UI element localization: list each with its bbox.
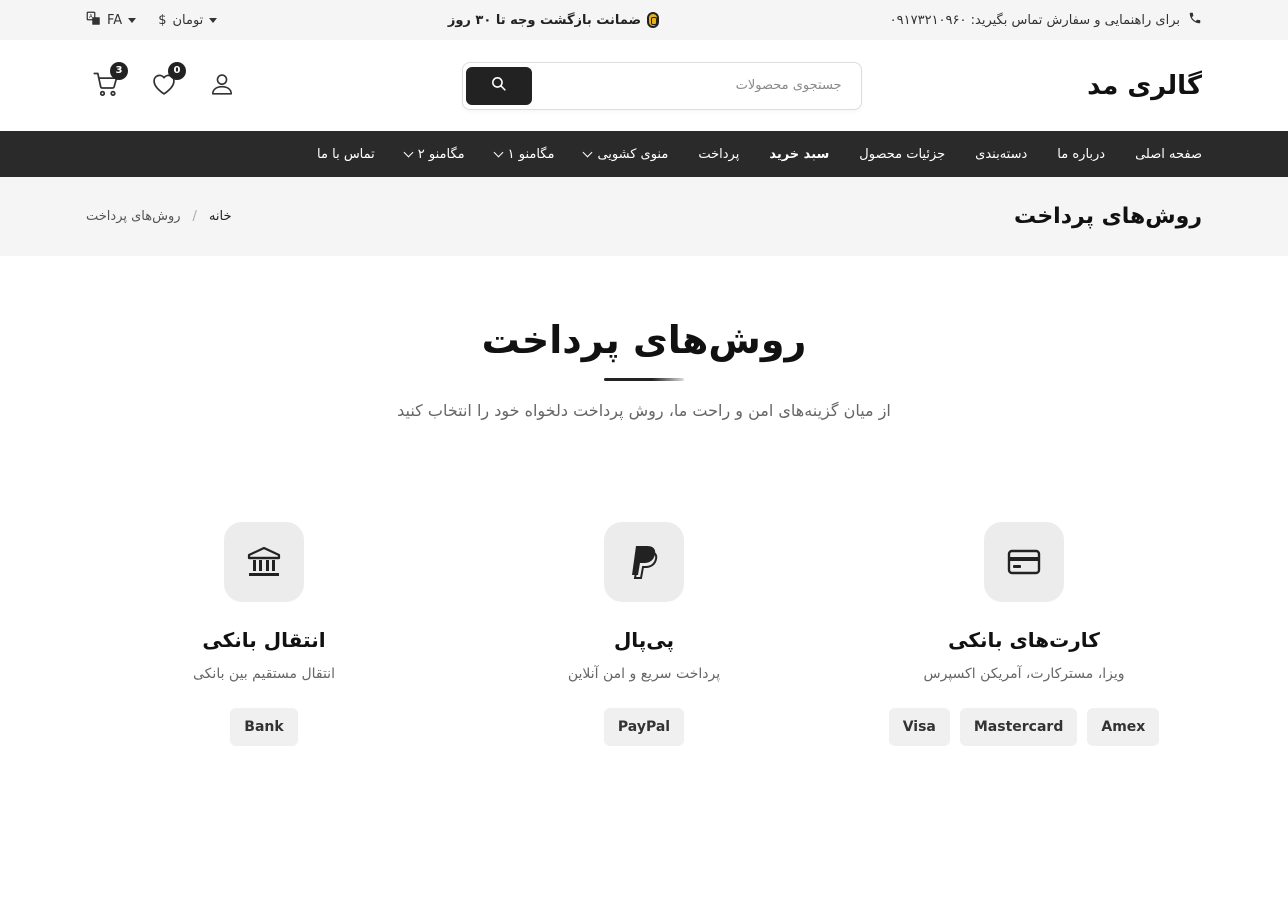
translate-icon: A — [86, 11, 101, 30]
contact-info: برای راهنمایی و سفارش تماس بگیرید: ۰۹۱۷۳… — [890, 11, 1202, 29]
credit-card-icon — [984, 522, 1064, 602]
nav-item-about[interactable]: درباره ما — [1057, 147, 1105, 162]
language-selector[interactable]: A FA — [86, 11, 137, 30]
payment-method-paypal: پی‌پال پرداخت سریع و امن آنلاین PayPal — [454, 522, 834, 746]
currency-label: تومان — [172, 12, 204, 28]
paypal-icon — [604, 522, 684, 602]
method-tags: Visa Mastercard Amex — [888, 708, 1160, 746]
method-description: پرداخت سریع و امن آنلاین — [567, 666, 721, 682]
wishlist-button[interactable]: 0 — [150, 61, 187, 100]
page-title: روش‌های پرداخت — [1014, 204, 1202, 229]
method-title: انتقال بانکی — [202, 628, 326, 652]
tag-amex: Amex — [1087, 708, 1160, 746]
method-tags: PayPal — [603, 708, 685, 746]
nav-label: دسته‌بندی — [975, 146, 1028, 162]
currency-symbol: $ — [158, 12, 167, 28]
title-underline — [604, 378, 684, 381]
bank-icon — [224, 522, 304, 602]
nav-label: صفحه اصلی — [1135, 146, 1202, 162]
search-input[interactable] — [531, 65, 858, 106]
section-title: روش‌های پرداخت — [481, 318, 807, 362]
tag-mastercard: Mastercard — [959, 708, 1078, 746]
user-icon — [209, 71, 235, 101]
nav-item-checkout[interactable]: پرداخت — [698, 147, 739, 162]
nav-label: جزئیات محصول — [859, 146, 946, 162]
nav-label: مگامنو ۲ — [417, 146, 465, 162]
currency-selector[interactable]: $ تومان — [158, 12, 218, 28]
contact-text: برای راهنمایی و سفارش تماس بگیرید: ۰۹۱۷۳… — [889, 12, 1180, 28]
tag-visa: Visa — [888, 708, 950, 746]
method-description: ویزا، مسترکارت، آمریکن اکسپرس — [923, 666, 1125, 682]
cart-button[interactable]: 3 — [92, 61, 129, 100]
header-actions: 3 0 — [86, 61, 236, 100]
nav-item-dropdown-menu[interactable]: منوی کشویی — [582, 146, 669, 162]
payment-methods-list: کارت‌های بانکی ویزا، مسترکارت، آمریکن اک… — [74, 522, 1214, 746]
account-button[interactable] — [208, 72, 236, 100]
nav-item-category[interactable]: دسته‌بندی — [975, 147, 1027, 162]
breadcrumb-current: روش‌های پرداخت — [86, 209, 181, 224]
nav-label: درباره ما — [1057, 146, 1106, 162]
search-icon — [490, 75, 507, 96]
chevron-down-icon — [582, 147, 593, 157]
cart-count-badge: 3 — [110, 61, 129, 80]
nav-item-home[interactable]: صفحه اصلی — [1135, 147, 1202, 162]
main-nav: صفحه اصلی درباره ما دسته‌بندی جزئیات محص… — [0, 131, 1288, 177]
search-bar — [461, 61, 862, 110]
promo-banner: ضمانت بازگشت وجه تا ۳۰ روز — [447, 12, 660, 28]
nav-item-megamenu-1[interactable]: مگامنو ۱ — [493, 146, 555, 162]
nav-label: مگامنو ۱ — [507, 146, 555, 162]
nav-label: تماس با ما — [317, 146, 375, 162]
payment-methods-section: روش‌های پرداخت از میان گزینه‌های امن و ر… — [0, 256, 1288, 746]
breadcrumb-home-link[interactable]: خانه — [209, 209, 232, 224]
svg-text:A: A — [89, 13, 93, 19]
search-button[interactable] — [465, 66, 532, 105]
section-subtitle: از میان گزینه‌های امن و راحت ما، روش پرد… — [397, 401, 891, 420]
caret-down-icon — [209, 17, 218, 23]
page-title-bar: روش‌های پرداخت خانه / روش‌های پرداخت — [0, 177, 1288, 256]
money-bag-icon — [647, 12, 660, 28]
method-description: انتقال مستقیم بین بانکی — [193, 666, 335, 682]
tag-paypal: PayPal — [603, 708, 685, 746]
nav-item-cart[interactable]: سبد خرید — [769, 147, 829, 162]
phone-icon — [1188, 11, 1202, 29]
method-title: کارت‌های بانکی — [948, 628, 1100, 652]
nav-item-megamenu-2[interactable]: مگامنو ۲ — [403, 146, 465, 162]
nav-label: پرداخت — [698, 146, 740, 162]
method-tags: Bank — [230, 708, 298, 746]
nav-item-contact[interactable]: تماس با ما — [317, 147, 375, 162]
nav-item-product-details[interactable]: جزئیات محصول — [859, 147, 945, 162]
language-label: FA — [107, 12, 123, 28]
payment-method-bank: انتقال بانکی انتقال مستقیم بین بانکی Ban… — [74, 522, 454, 746]
locale-controls: A FA $ تومان — [86, 11, 218, 30]
site-header: گالری مد 3 0 — [0, 40, 1288, 131]
payment-method-card: کارت‌های بانکی ویزا، مسترکارت، آمریکن اک… — [834, 522, 1214, 746]
caret-down-icon — [128, 17, 137, 23]
breadcrumb: خانه / روش‌های پرداخت — [86, 209, 232, 224]
chevron-down-icon — [493, 147, 504, 157]
site-logo[interactable]: گالری مد — [1087, 71, 1202, 101]
tag-bank: Bank — [230, 708, 298, 746]
nav-label: سبد خرید — [769, 146, 830, 162]
breadcrumb-separator: / — [192, 209, 197, 224]
promo-text: ضمانت بازگشت وجه تا ۳۰ روز — [447, 12, 642, 28]
method-title: پی‌پال — [613, 628, 675, 652]
nav-label: منوی کشویی — [597, 146, 669, 162]
wishlist-count-badge: 0 — [168, 61, 187, 80]
top-bar: برای راهنمایی و سفارش تماس بگیرید: ۰۹۱۷۳… — [0, 0, 1288, 40]
chevron-down-icon — [403, 147, 414, 157]
